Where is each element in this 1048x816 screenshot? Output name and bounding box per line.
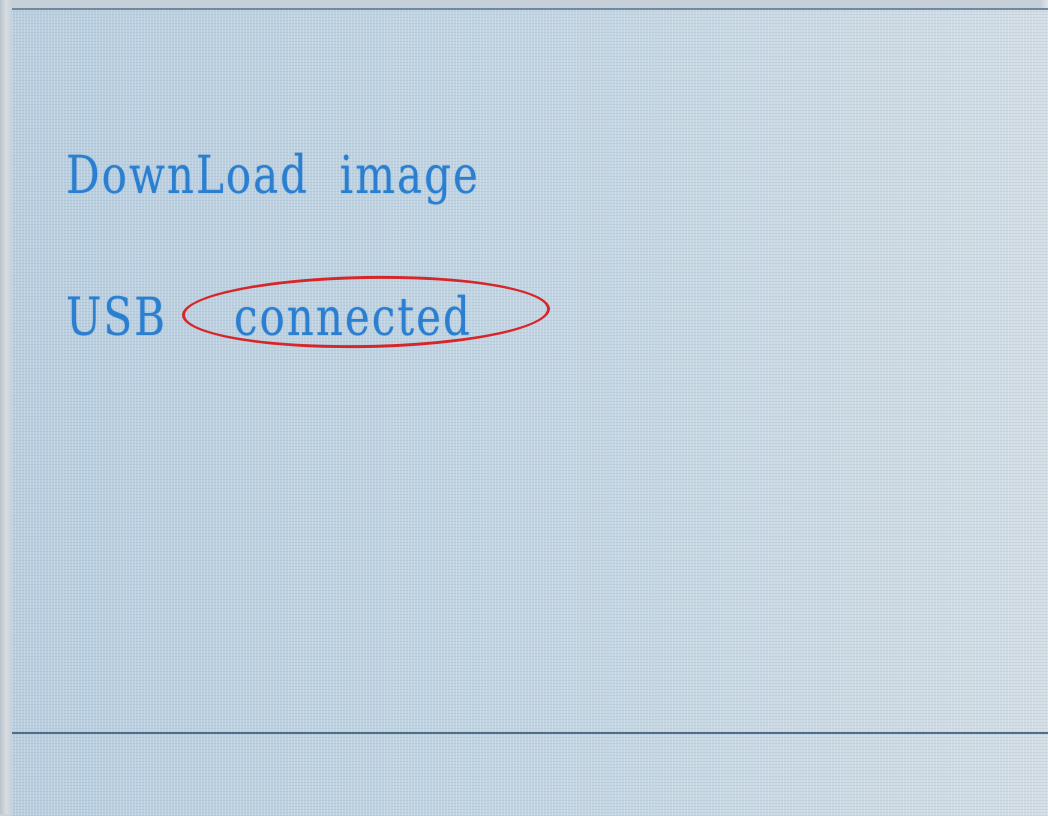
- highlight-ellipse: [181, 272, 551, 352]
- download-title: DownLoad image: [66, 144, 480, 206]
- lcd-screen: DownLoad image USB connected: [12, 8, 1048, 816]
- usb-label: USB: [66, 286, 168, 348]
- status-bar-area: [12, 734, 1048, 816]
- device-bezel: DownLoad image USB connected: [0, 0, 1048, 816]
